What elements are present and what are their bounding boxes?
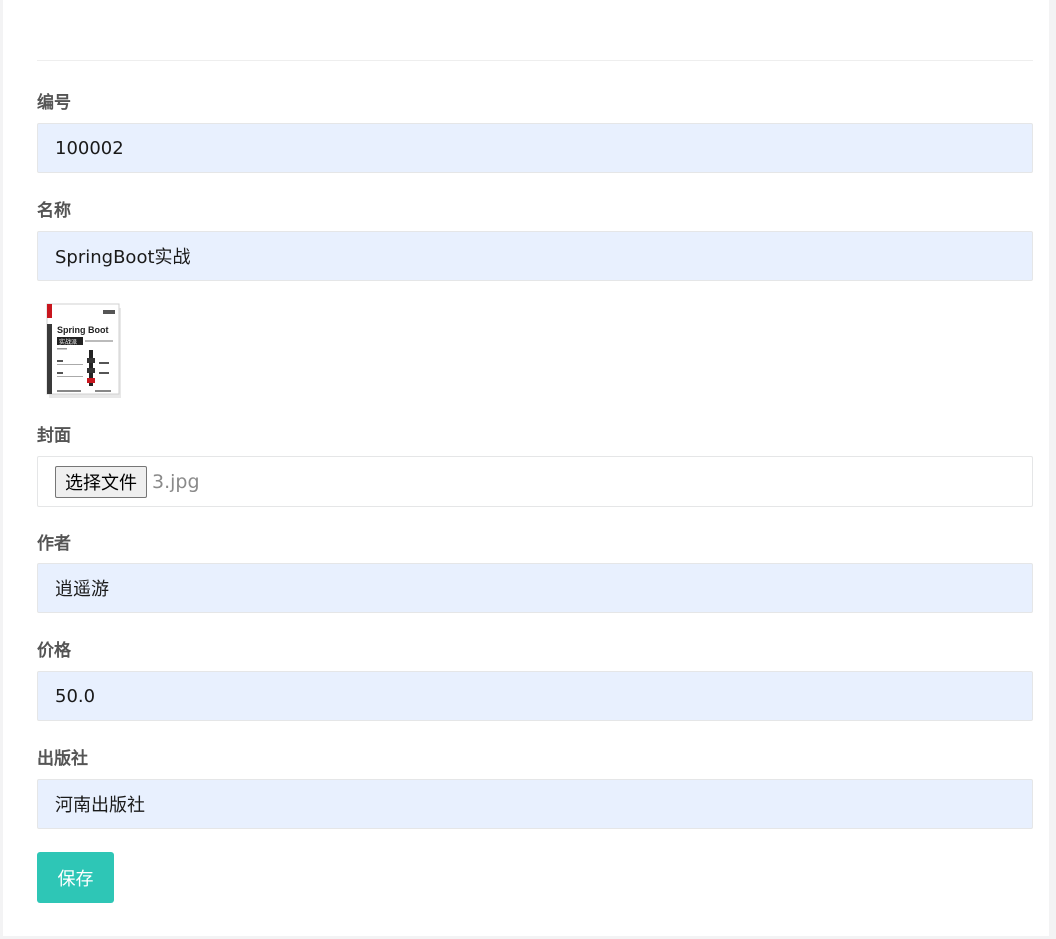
book-cover-image: Spring Boot 实战派 [46, 303, 121, 398]
cover-subtitle-text: 实战派 [59, 338, 77, 346]
publisher-input[interactable] [37, 779, 1033, 829]
cover-file-input[interactable]: 选择文件 3.jpg [37, 456, 1033, 507]
name-input[interactable] [37, 231, 1033, 281]
id-input[interactable] [37, 123, 1033, 173]
publisher-label: 出版社 [37, 749, 88, 769]
save-button[interactable]: 保存 [37, 852, 114, 903]
name-label: 名称 [37, 201, 71, 221]
edit-book-panel: 编号 名称 Spring Boot 实战派 封面 选择文件 3.jpg 作者 价… [3, 0, 1049, 936]
cover-title-text: Spring Boot [57, 325, 109, 335]
choose-file-button[interactable]: 选择文件 [55, 465, 147, 498]
header-divider [37, 60, 1033, 61]
author-label: 作者 [37, 534, 71, 554]
price-label: 价格 [37, 641, 71, 661]
cover-label: 封面 [37, 426, 71, 446]
author-input[interactable] [37, 563, 1033, 613]
selected-file-name: 3.jpg [152, 470, 200, 493]
price-input[interactable] [37, 671, 1033, 721]
id-label: 编号 [37, 93, 71, 113]
